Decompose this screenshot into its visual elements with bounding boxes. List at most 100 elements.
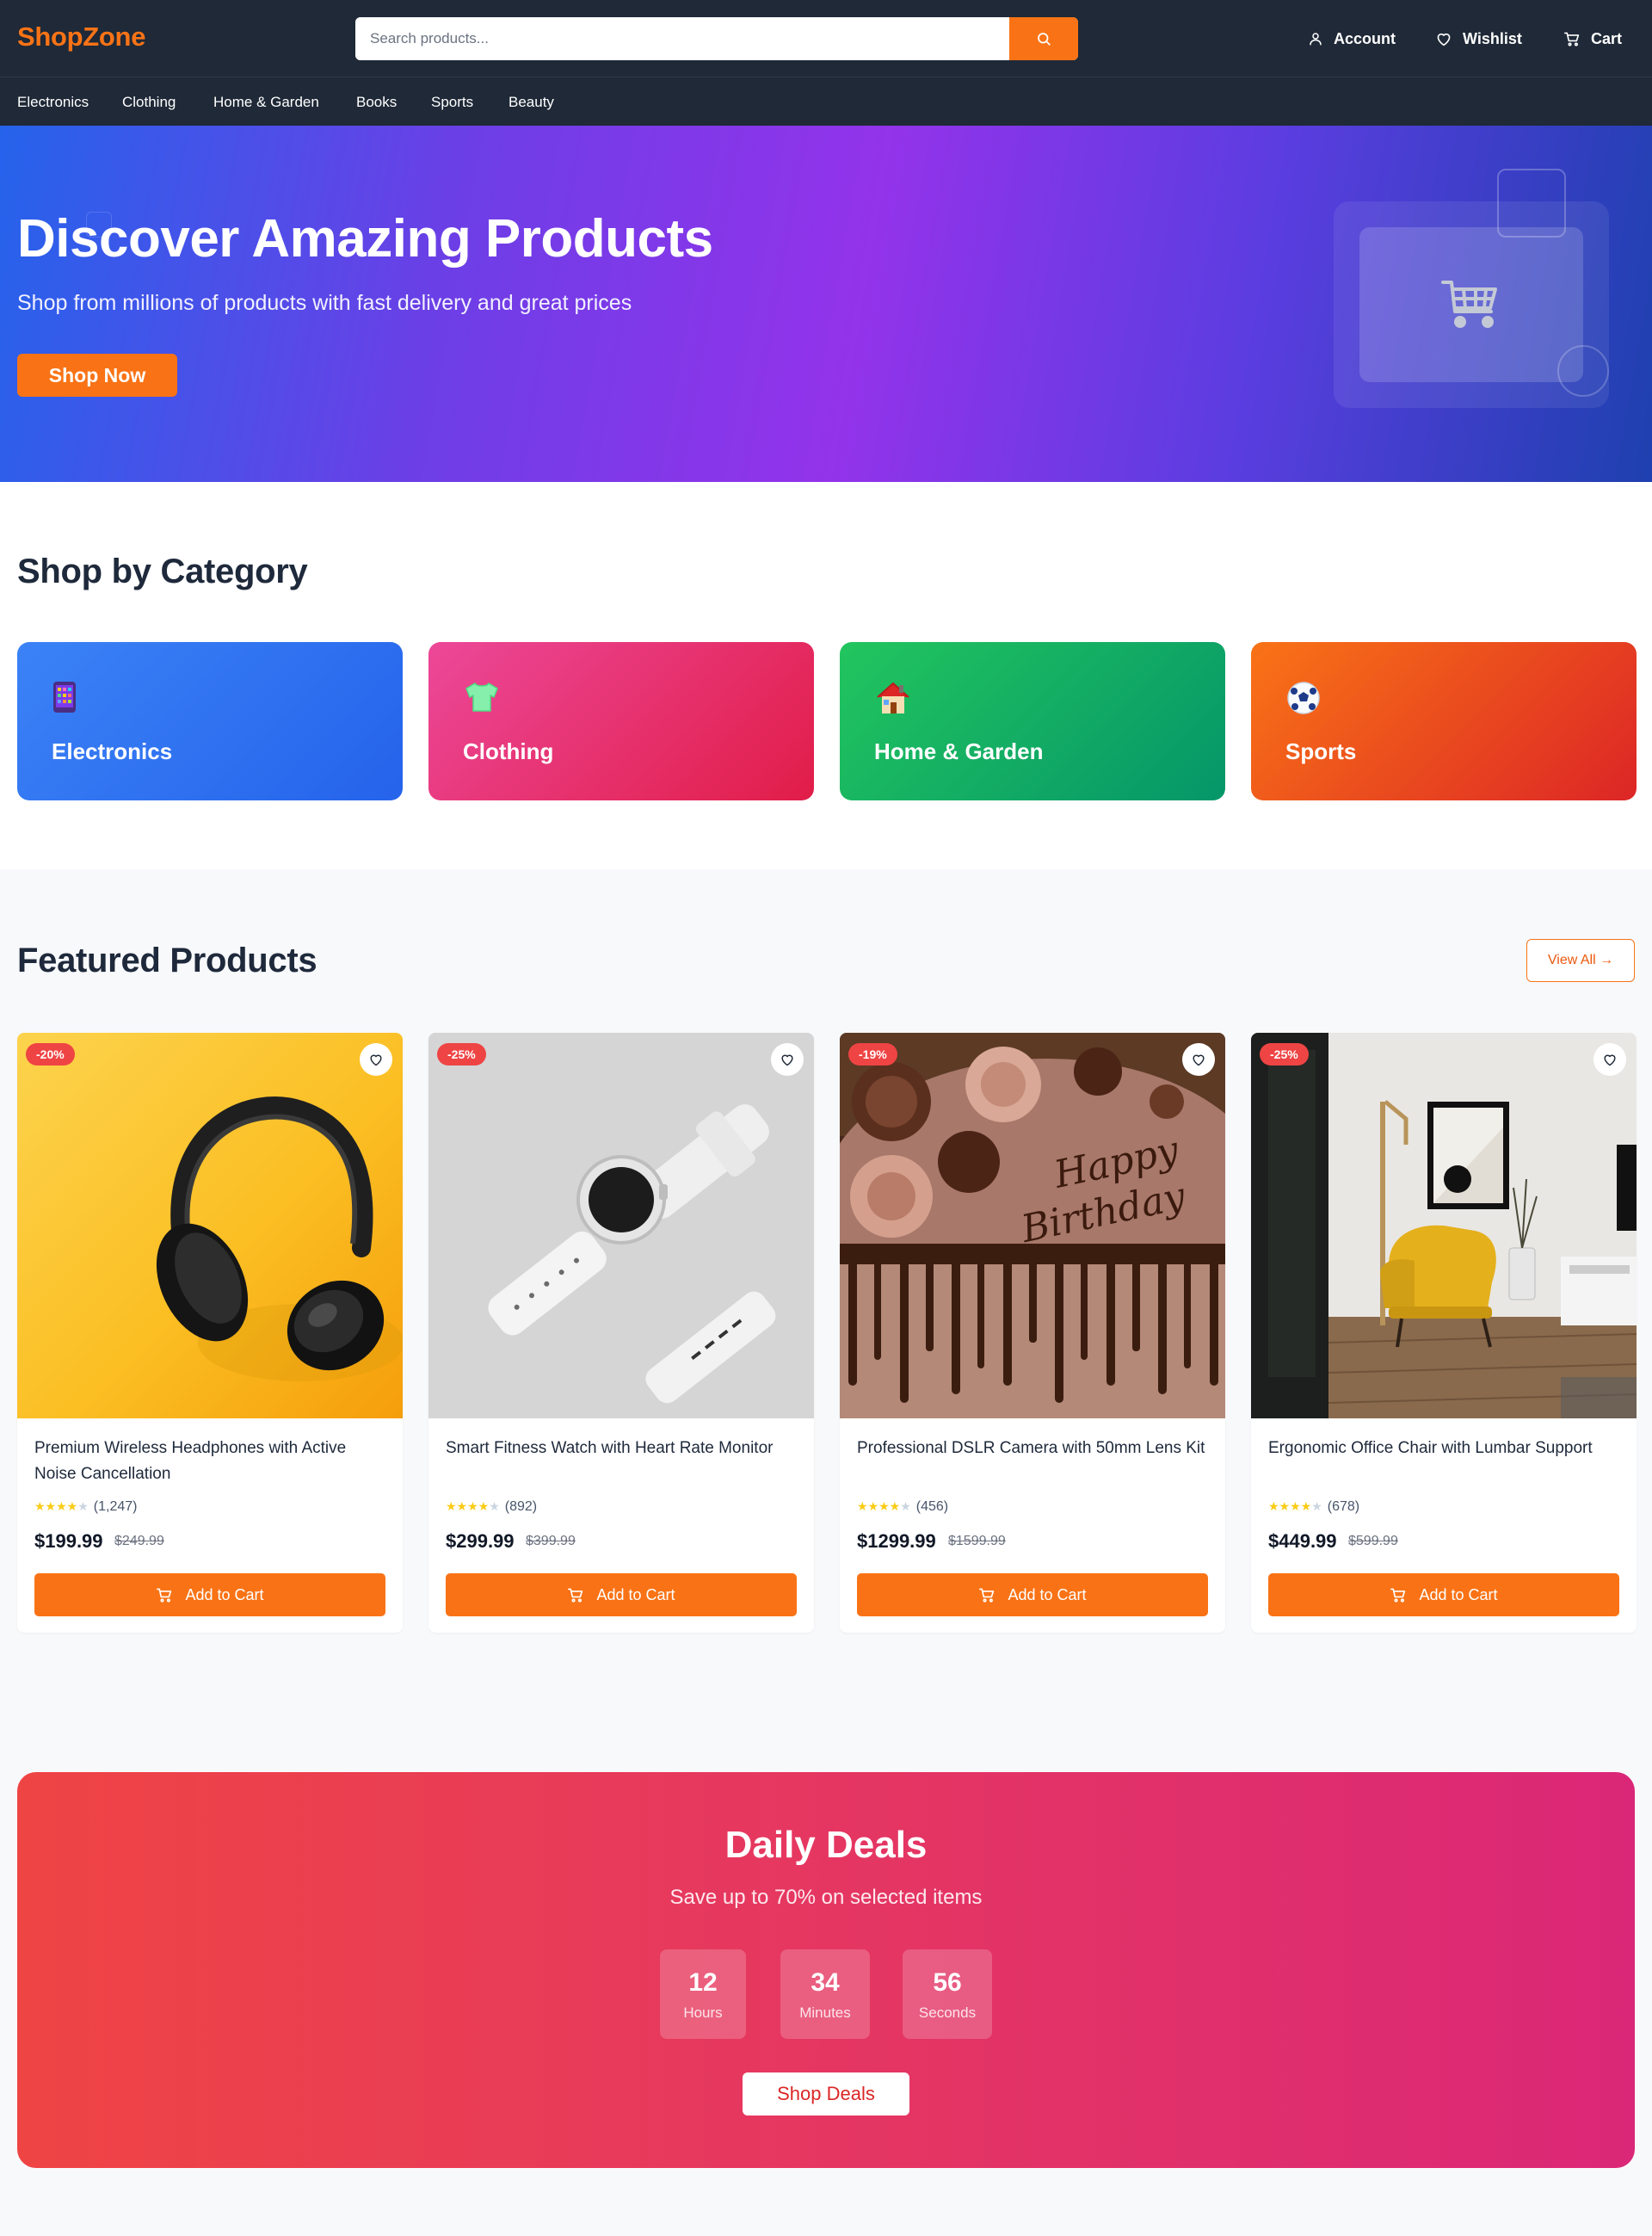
daily-deals-banner: Daily Deals Save up to 70% on selected i… — [17, 1772, 1635, 2168]
discount-badge: -25% — [1260, 1043, 1309, 1065]
hero-banner: Discover Amazing Products Shop from mill… — [0, 126, 1652, 482]
product-rating: ★★★★★ (678) — [1268, 1499, 1359, 1515]
phone-icon — [52, 680, 77, 722]
product-rating: ★★★★★ (892) — [446, 1499, 537, 1515]
nav-item-beauty[interactable]: Beauty — [509, 94, 554, 111]
product-original-price: $399.99 — [526, 1534, 576, 1548]
add-to-cart-button[interactable]: Add to Cart — [1268, 1573, 1619, 1616]
featured-section-title: Featured Products — [17, 942, 317, 979]
heart-icon — [1437, 33, 1451, 46]
category-section: Shop by Category Electronics Clothing Ho… — [0, 482, 1652, 869]
hero-illustration — [1359, 227, 1583, 382]
hero-subtitle: Shop from millions of products with fast… — [17, 291, 632, 315]
product-rating: ★★★★★ (456) — [857, 1499, 948, 1515]
cart-link[interactable]: Cart — [1563, 26, 1622, 52]
product-image-headphones[interactable]: -20% — [17, 1033, 403, 1418]
add-to-cart-label: Add to Cart — [1419, 1585, 1498, 1603]
add-to-cart-label: Add to Cart — [596, 1585, 675, 1603]
heart-icon — [1193, 1054, 1205, 1066]
product-name[interactable]: Professional DSLR Camera with 50mm Lens … — [857, 1436, 1210, 1461]
add-to-cart-button[interactable]: Add to Cart — [446, 1573, 797, 1616]
countdown-minutes: 34 Minutes — [780, 1949, 870, 2039]
deals-subtitle: Save up to 70% on selected items — [669, 1886, 983, 1909]
star-rating-icon: ★★★★★ — [857, 1500, 911, 1514]
countdown-hours: 12 Hours — [660, 1949, 746, 2039]
heart-icon — [370, 1054, 382, 1066]
search-input[interactable] — [355, 17, 1009, 60]
countdown-value: 34 — [811, 1968, 840, 1997]
nav-item-books[interactable]: Books — [356, 94, 397, 111]
heart-icon — [781, 1054, 793, 1066]
discount-badge: -20% — [26, 1043, 75, 1065]
add-to-wishlist-button[interactable] — [771, 1043, 804, 1076]
product-card[interactable]: -25% Ergonomic Office Chair with Lumbar … — [1251, 1033, 1637, 1633]
user-icon — [1310, 33, 1322, 46]
countdown-value: 56 — [933, 1968, 962, 1997]
product-price: $1299.99 — [857, 1530, 936, 1552]
category-label: Home & Garden — [874, 738, 1044, 764]
product-image-smartwatch[interactable]: -25% — [428, 1033, 814, 1418]
account-link[interactable]: Account — [1308, 26, 1396, 52]
heart-icon — [1604, 1054, 1616, 1066]
shop-deals-button[interactable]: Shop Deals — [743, 2072, 909, 2116]
category-card-home-garden[interactable]: Home & Garden — [840, 642, 1225, 800]
category-card-clothing[interactable]: Clothing — [428, 642, 814, 800]
product-card[interactable]: Happy Birthday -19% Professional DSLR Ca… — [840, 1033, 1225, 1633]
add-to-wishlist-button[interactable] — [360, 1043, 392, 1076]
discount-badge: -25% — [437, 1043, 486, 1065]
review-count: (678) — [1327, 1499, 1360, 1514]
cart-icon — [1390, 1588, 1406, 1603]
countdown-label: Hours — [683, 2004, 723, 2021]
add-to-cart-button[interactable]: Add to Cart — [857, 1573, 1208, 1616]
category-card-sports[interactable]: Sports — [1251, 642, 1637, 800]
nav-item-clothing[interactable]: Clothing — [122, 94, 176, 111]
add-to-wishlist-button[interactable] — [1182, 1043, 1215, 1076]
product-original-price: $249.99 — [114, 1534, 164, 1548]
product-name[interactable]: Smart Fitness Watch with Heart Rate Moni… — [446, 1436, 798, 1461]
product-rating: ★★★★★ (1,247) — [34, 1499, 137, 1515]
logo[interactable]: ShopZone — [17, 22, 145, 53]
add-to-cart-label: Add to Cart — [185, 1585, 264, 1603]
cart-icon — [157, 1588, 172, 1603]
wishlist-label: Wishlist — [1463, 29, 1522, 47]
view-all-button[interactable]: View All → — [1526, 939, 1635, 982]
nav-item-sports[interactable]: Sports — [431, 94, 473, 111]
product-image-birthday-cake[interactable]: Happy Birthday -19% — [840, 1033, 1225, 1418]
product-price: $449.99 — [1268, 1530, 1337, 1552]
review-count: (1,247) — [93, 1499, 138, 1514]
discount-badge: -19% — [848, 1043, 897, 1065]
countdown-value: 12 — [688, 1968, 718, 1997]
add-to-wishlist-button[interactable] — [1593, 1043, 1626, 1076]
countdown-label: Minutes — [799, 2004, 851, 2021]
category-label: Clothing — [463, 738, 554, 764]
shopping-cart-icon — [1441, 281, 1497, 328]
countdown-label: Seconds — [918, 2004, 977, 2021]
search-bar — [355, 17, 1078, 60]
shop-now-button[interactable]: Shop Now — [17, 354, 177, 397]
product-card[interactable]: -25% Smart Fitness Watch with Heart Rate… — [428, 1033, 814, 1633]
account-label: Account — [1334, 29, 1396, 47]
search-button[interactable] — [1009, 17, 1078, 60]
deals-title: Daily Deals — [724, 1824, 928, 1866]
category-label: Electronics — [52, 738, 173, 764]
product-name[interactable]: Premium Wireless Headphones with Active … — [34, 1436, 387, 1487]
nav-item-home-garden[interactable]: Home & Garden — [213, 94, 319, 111]
product-image-armchair-room[interactable]: -25% — [1251, 1033, 1637, 1418]
product-name[interactable]: Ergonomic Office Chair with Lumbar Suppo… — [1268, 1436, 1621, 1461]
category-nav: Electronics Clothing Home & Garden Books… — [0, 77, 1652, 126]
product-original-price: $599.99 — [1348, 1534, 1398, 1548]
cart-icon — [979, 1588, 995, 1603]
product-price: $299.99 — [446, 1530, 515, 1552]
category-section-title: Shop by Category — [17, 553, 308, 590]
search-icon — [1038, 33, 1051, 46]
countdown-seconds: 56 Seconds — [903, 1949, 992, 2039]
decorative-circle — [1557, 345, 1609, 397]
product-card[interactable]: -20% Premium Wireless Headphones with Ac… — [17, 1033, 403, 1633]
nav-item-electronics[interactable]: Electronics — [17, 94, 89, 111]
wishlist-link[interactable]: Wishlist — [1435, 26, 1522, 52]
product-price: $199.99 — [34, 1530, 103, 1552]
add-to-cart-label: Add to Cart — [1008, 1585, 1087, 1603]
house-icon — [874, 680, 912, 724]
category-card-electronics[interactable]: Electronics — [17, 642, 403, 800]
add-to-cart-button[interactable]: Add to Cart — [34, 1573, 385, 1616]
